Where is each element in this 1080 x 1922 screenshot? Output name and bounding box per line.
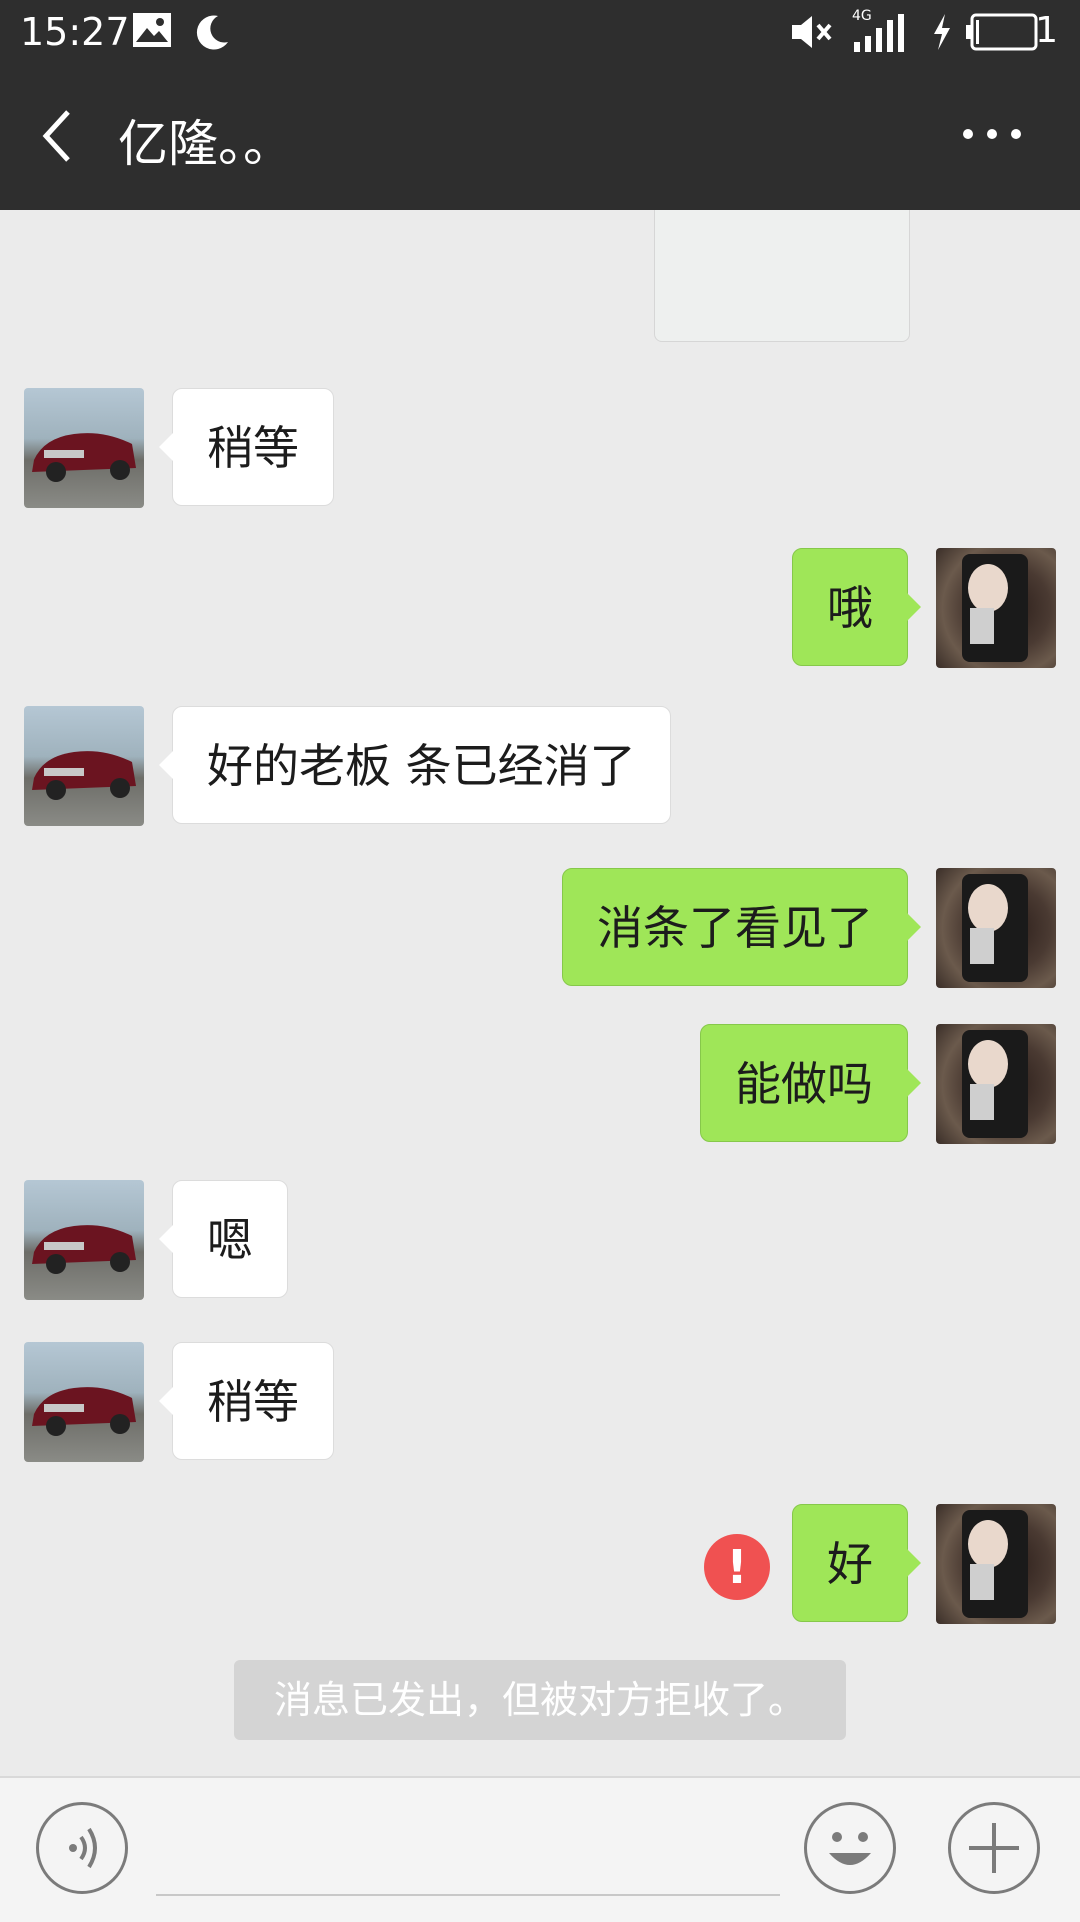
message-bubble-sent[interactable]: 消条了看见了 [562,868,921,986]
battery-level: 1 [1035,10,1058,51]
status-time: 15:27 [20,10,130,54]
system-notice: 消息已发出，但被对方拒收了。 [234,1660,846,1740]
message-bubble-received[interactable]: 稍等 [159,388,334,506]
contact-avatar[interactable] [24,388,144,508]
message-bubble-sent[interactable]: 能做吗 [700,1024,921,1142]
my-avatar[interactable] [936,1504,1056,1624]
more-options-icon[interactable] [960,124,1024,144]
message-input[interactable] [156,1894,780,1896]
message-bubble-sent[interactable]: 好 [792,1504,921,1622]
contact-avatar[interactable] [24,1180,144,1300]
signal-icon [852,12,912,58]
image-notification-icon [132,12,172,52]
contact-avatar[interactable] [24,1342,144,1462]
message-bubble-sent[interactable]: 哦 [792,548,921,666]
message-bubble-received[interactable]: 嗯 [159,1180,288,1298]
chat-title: 亿隆。。 [118,115,293,173]
send-failed-icon[interactable]: ! [704,1534,770,1600]
add-more-button[interactable] [948,1802,1040,1894]
previous-message-card[interactable] [654,210,910,342]
chat-header: 亿隆。。 [0,64,1080,210]
charging-icon [930,12,954,56]
input-bar [0,1776,1080,1922]
moon-icon [192,12,232,56]
message-bubble-received[interactable]: 稍等 [159,1342,334,1460]
my-avatar[interactable] [936,868,1056,988]
my-avatar[interactable] [936,548,1056,668]
emoji-button[interactable] [804,1802,896,1894]
back-button[interactable] [38,106,78,166]
contact-avatar[interactable] [24,706,144,826]
status-bar: 15:27 4G 1 [0,0,1080,64]
message-list[interactable]: 稍等 哦 好的老板 条已经消了 消条了看见了 能做吗 嗯 稍等 ! 好 消息已发… [0,210,1080,1776]
voice-button[interactable] [36,1802,128,1894]
mute-icon [790,12,836,56]
my-avatar[interactable] [936,1024,1056,1144]
battery-icon [964,12,1040,56]
message-bubble-received[interactable]: 好的老板 条已经消了 [159,706,671,824]
